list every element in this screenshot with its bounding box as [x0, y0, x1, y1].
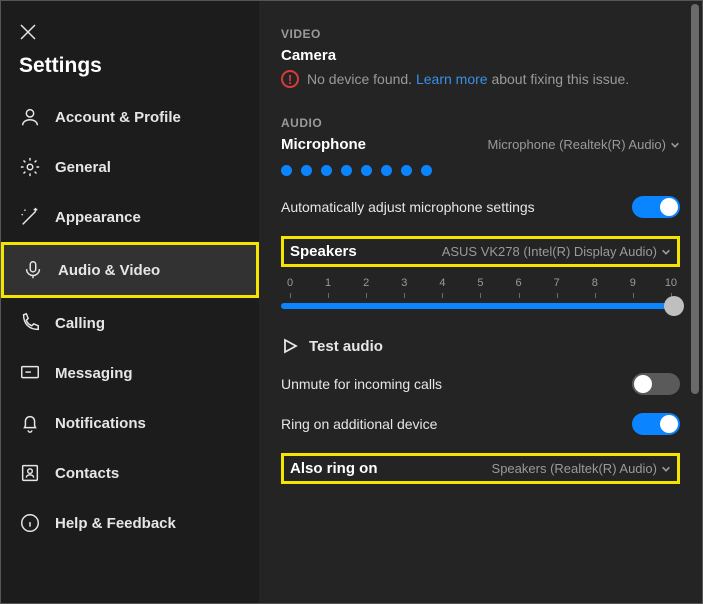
learn-more-link[interactable]: Learn more — [416, 71, 488, 87]
contacts-icon — [19, 462, 41, 484]
level-dot — [421, 165, 432, 176]
sidebar-item-label: Account & Profile — [55, 109, 181, 126]
tick: 0 — [283, 277, 297, 289]
sidebar-item-account[interactable]: Account & Profile — [1, 92, 259, 142]
sidebar-item-label: Messaging — [55, 365, 133, 382]
gear-icon — [19, 156, 41, 178]
error-suffix: about fixing this issue. — [491, 71, 629, 87]
also-ring-device-value: Speakers (Realtek(R) Audio) — [492, 461, 657, 476]
chevron-down-icon — [661, 464, 671, 474]
sidebar-item-notifications[interactable]: Notifications — [1, 398, 259, 448]
sidebar-item-general[interactable]: General — [1, 142, 259, 192]
sidebar-item-messaging[interactable]: Messaging — [1, 348, 259, 398]
microphone-row: Microphone Microphone (Realtek(R) Audio) — [281, 136, 680, 153]
bell-icon — [19, 412, 41, 434]
speakers-row: Speakers ASUS VK278 (Intel(R) Display Au… — [290, 243, 671, 260]
highlight-also-ring: Also ring on Speakers (Realtek(R) Audio) — [281, 453, 680, 484]
tick: 4 — [435, 277, 449, 289]
ring-additional-label: Ring on additional device — [281, 416, 437, 432]
account-icon — [19, 106, 41, 128]
speakers-device-value: ASUS VK278 (Intel(R) Display Audio) — [442, 244, 657, 259]
error-prefix: No device found. — [307, 71, 412, 87]
sidebar-item-label: Calling — [55, 315, 105, 332]
tick: 1 — [321, 277, 335, 289]
also-ring-row: Also ring on Speakers (Realtek(R) Audio) — [290, 460, 671, 477]
microphone-device-value: Microphone (Realtek(R) Audio) — [488, 137, 666, 152]
sidebar-nav: Account & Profile General Appearance Aud… — [1, 92, 259, 548]
speakers-heading: Speakers — [290, 243, 357, 260]
auto-adjust-label: Automatically adjust microphone settings — [281, 199, 535, 215]
scrollbar[interactable] — [691, 4, 699, 394]
chevron-down-icon — [661, 247, 671, 257]
close-icon[interactable] — [19, 28, 37, 45]
sidebar-item-appearance[interactable]: Appearance — [1, 192, 259, 242]
sidebar-item-label: Appearance — [55, 209, 141, 226]
speakers-volume-wrap: 0 1 2 3 4 5 6 7 8 9 10 — [281, 277, 680, 309]
speakers-device-select[interactable]: ASUS VK278 (Intel(R) Display Audio) — [442, 244, 671, 259]
chevron-down-icon — [670, 140, 680, 150]
level-dot — [321, 165, 332, 176]
sidebar-item-help[interactable]: Help & Feedback — [1, 498, 259, 548]
level-dot — [281, 165, 292, 176]
highlight-audio-video: Audio & Video — [1, 242, 259, 298]
sidebar-item-calling[interactable]: Calling — [1, 298, 259, 348]
sidebar-item-label: Audio & Video — [58, 262, 160, 279]
also-ring-device-select[interactable]: Speakers (Realtek(R) Audio) — [492, 461, 671, 476]
level-dot — [301, 165, 312, 176]
auto-adjust-toggle[interactable] — [632, 196, 680, 218]
sidebar-item-contacts[interactable]: Contacts — [1, 448, 259, 498]
ring-additional-toggle[interactable] — [632, 413, 680, 435]
slider-knob[interactable] — [664, 296, 684, 316]
tick: 10 — [664, 277, 678, 289]
settings-title: Settings — [1, 54, 259, 92]
highlight-speakers: Speakers ASUS VK278 (Intel(R) Display Au… — [281, 236, 680, 267]
sidebar-item-label: General — [55, 159, 111, 176]
camera-error: ! No device found. Learn more about fixi… — [281, 70, 680, 88]
speakers-volume-slider[interactable] — [281, 303, 680, 309]
level-dot — [401, 165, 412, 176]
microphone-icon — [22, 259, 44, 281]
level-dot — [381, 165, 392, 176]
microphone-level-meter — [281, 165, 680, 176]
test-audio-label: Test audio — [309, 338, 383, 355]
message-icon — [19, 362, 41, 384]
test-audio-button[interactable]: Test audio — [281, 337, 680, 355]
sidebar-item-audio-video[interactable]: Audio & Video — [4, 245, 256, 295]
tick: 8 — [588, 277, 602, 289]
tick: 2 — [359, 277, 373, 289]
play-icon — [281, 337, 299, 355]
audio-section-label: AUDIO — [281, 116, 680, 130]
auto-adjust-row: Automatically adjust microphone settings — [281, 196, 680, 218]
error-icon: ! — [281, 70, 299, 88]
phone-icon — [19, 312, 41, 334]
unmute-row: Unmute for incoming calls — [281, 373, 680, 395]
ring-additional-row: Ring on additional device — [281, 413, 680, 435]
volume-ticks: 0 1 2 3 4 5 6 7 8 9 10 — [281, 277, 680, 293]
unmute-toggle[interactable] — [632, 373, 680, 395]
sidebar-item-label: Contacts — [55, 465, 119, 482]
level-dot — [361, 165, 372, 176]
microphone-device-select[interactable]: Microphone (Realtek(R) Audio) — [488, 137, 680, 152]
camera-heading: Camera — [281, 47, 680, 64]
also-ring-heading: Also ring on — [290, 460, 378, 477]
sidebar-item-label: Notifications — [55, 415, 146, 432]
tick: 7 — [550, 277, 564, 289]
info-icon — [19, 512, 41, 534]
video-section-label: VIDEO — [281, 27, 680, 41]
tick: 5 — [473, 277, 487, 289]
tick: 9 — [626, 277, 640, 289]
tick: 3 — [397, 277, 411, 289]
sidebar-item-label: Help & Feedback — [55, 515, 176, 532]
wand-icon — [19, 206, 41, 228]
microphone-heading: Microphone — [281, 136, 366, 153]
settings-panel: VIDEO Camera ! No device found. Learn mo… — [259, 1, 702, 603]
level-dot — [341, 165, 352, 176]
sidebar: Settings Account & Profile General Appea… — [1, 1, 259, 603]
tick: 6 — [512, 277, 526, 289]
unmute-label: Unmute for incoming calls — [281, 376, 442, 392]
